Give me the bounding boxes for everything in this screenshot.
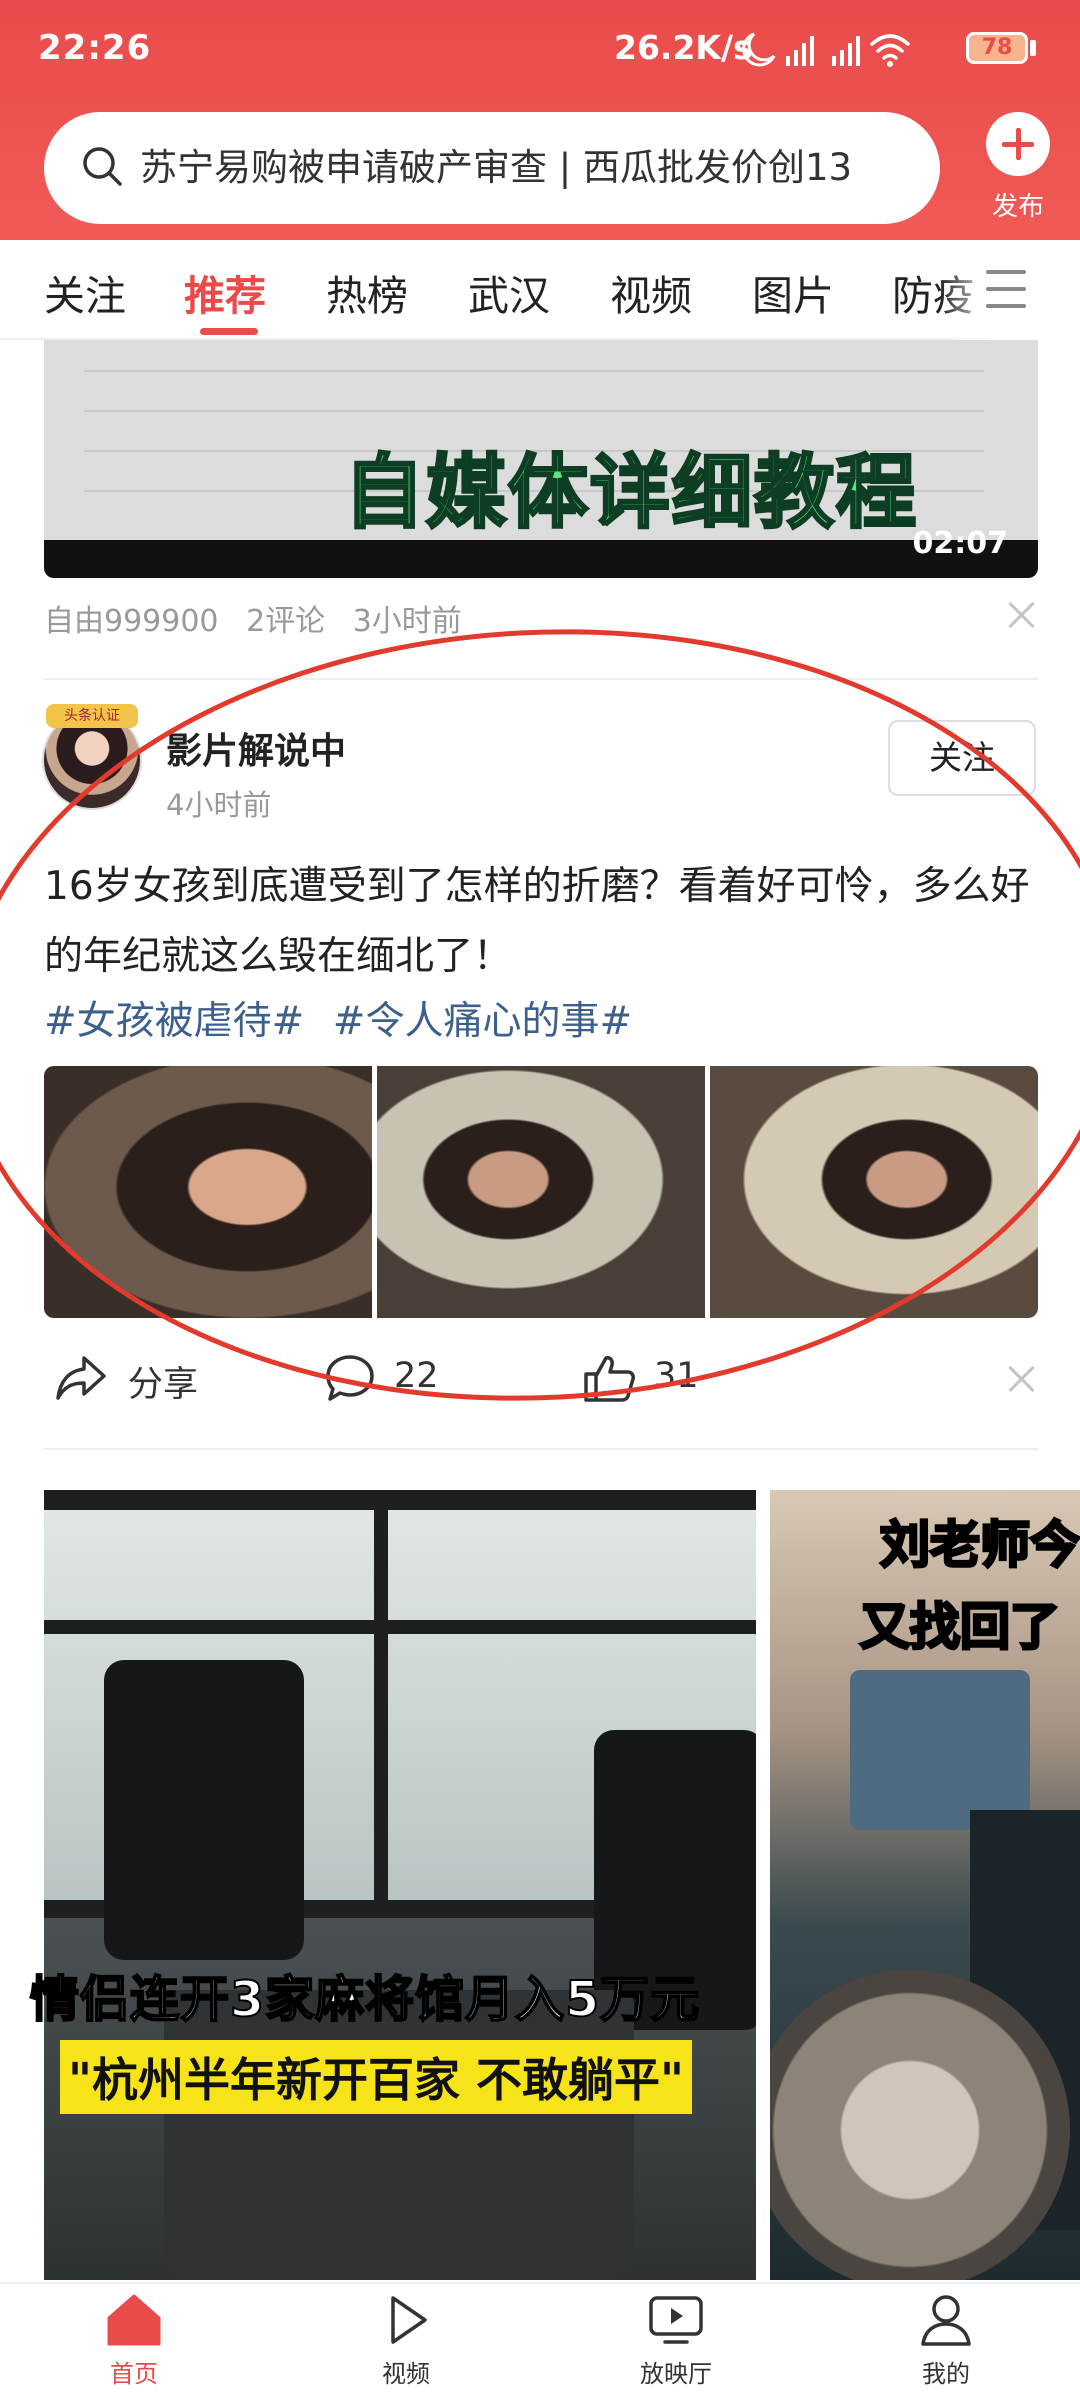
video-comments: 2评论 xyxy=(246,604,326,639)
comment-count: 22 xyxy=(394,1356,439,1396)
feed-card-caption: 情侣连开3家麻将馆月入5万元 xyxy=(29,1970,701,2029)
feed-card-subcaption: "杭州半年新开百家 不敢躺平" xyxy=(60,2040,692,2114)
active-tab-indicator xyxy=(200,328,258,335)
video-overlay-title: 自媒体详细教程 xyxy=(343,445,918,541)
search-query[interactable]: 苏宁易购被申请破产审查 | 西瓜批发价创13 xyxy=(140,142,916,194)
nav-theater[interactable]: 放映厅 xyxy=(606,2292,746,2389)
post-author[interactable]: 影片解说中 xyxy=(166,722,346,774)
signal-icon-2 xyxy=(832,36,860,66)
divider xyxy=(44,1448,1038,1450)
post-actions: 分享 22 31 xyxy=(44,1340,1038,1420)
thumbs-up-icon xyxy=(584,1356,635,1402)
video-duration: 02:07 xyxy=(912,526,1009,561)
screen-icon xyxy=(649,2296,703,2344)
network-speed: 26.2K/s xyxy=(614,28,753,67)
app-header: 22:26 26.2K/s 78 苏宁易购被申请破产审查 | 西瓜批发价创13 … xyxy=(0,0,1080,240)
post-image[interactable] xyxy=(710,1066,1038,1318)
search-icon xyxy=(83,147,122,186)
status-bar: 22:26 26.2K/s 78 xyxy=(0,0,1080,100)
video-thumbnail[interactable]: 自媒体详细教程 02:07 xyxy=(44,340,1038,578)
feed-card[interactable] xyxy=(44,1490,756,2280)
post-image[interactable] xyxy=(377,1066,705,1318)
moon-icon xyxy=(742,32,776,67)
bottom-nav: 首页 视频 放映厅 我的 xyxy=(0,2282,1080,2400)
dismiss-icon[interactable] xyxy=(1006,600,1036,630)
battery-tip xyxy=(1030,40,1036,56)
divider xyxy=(44,678,1038,680)
video-author[interactable]: 自由999900 xyxy=(44,604,219,639)
post-text[interactable]: 16岁女孩到底遭受到了怎样的折磨？看着好可怜，多么好的年纪就这么毁在缅北了！ xyxy=(44,852,1044,992)
dismiss-icon[interactable] xyxy=(1006,1364,1036,1394)
nav-theater-label: 放映厅 xyxy=(640,2360,712,2388)
share-label: 分享 xyxy=(128,1365,199,1405)
post-tags: #女孩被虐待# #令人痛心的事# xyxy=(44,990,648,1046)
signal-icon xyxy=(786,36,814,66)
like-count: 31 xyxy=(654,1356,699,1396)
publish-label: 发布 xyxy=(991,192,1044,222)
hashtag-link[interactable]: #令人痛心的事# xyxy=(333,999,632,1044)
feed-card-caption: 刘老师今 又找回了 xyxy=(859,1515,1080,1658)
share-icon xyxy=(56,1356,106,1400)
tab-images[interactable]: 图片 xyxy=(752,262,834,322)
nav-me-label: 我的 xyxy=(922,2360,970,2388)
card-table xyxy=(164,1990,634,2280)
nav-me[interactable]: 我的 xyxy=(876,2292,1016,2389)
home-icon xyxy=(107,2294,161,2346)
battery-indicator: 78 xyxy=(966,32,1028,64)
feed-card[interactable]: 刘老师今 又找回了 xyxy=(770,1490,1080,2280)
status-time: 22:26 xyxy=(38,28,152,68)
play-icon xyxy=(391,2296,427,2344)
video-bottom-bar xyxy=(44,540,1038,578)
tab-wuhan[interactable]: 武汉 xyxy=(468,262,550,322)
tab-follow[interactable]: 关注 xyxy=(44,262,126,322)
publish-button[interactable]: 发布 xyxy=(968,112,1068,232)
tab-hot[interactable]: 热榜 xyxy=(326,262,408,322)
video-meta: 自由999900 2评论 3小时前 xyxy=(44,596,462,640)
video-time: 3小时前 xyxy=(352,604,462,639)
search-bar[interactable]: 苏宁易购被申请破产审查 | 西瓜批发价创13 xyxy=(44,112,940,224)
user-icon xyxy=(921,2295,971,2346)
tab-recommend[interactable]: 推荐 xyxy=(184,262,266,322)
nav-video-label: 视频 xyxy=(382,2360,430,2388)
wifi-icon xyxy=(870,34,910,60)
nav-home[interactable]: 首页 xyxy=(64,2292,204,2389)
channel-tabs: 关注 推荐 热榜 武汉 视频 图片 防疫 xyxy=(0,240,1080,340)
post-images xyxy=(44,1066,1038,1318)
tab-video[interactable]: 视频 xyxy=(610,262,692,322)
post-time: 4小时前 xyxy=(166,788,272,822)
follow-button[interactable]: 关注 xyxy=(888,720,1036,796)
nav-video[interactable]: 视频 xyxy=(336,2292,476,2389)
nav-home-label: 首页 xyxy=(110,2360,158,2388)
plus-icon xyxy=(986,112,1050,176)
hashtag-link[interactable]: #女孩被虐待# xyxy=(44,999,304,1044)
comment-icon xyxy=(326,1355,374,1401)
menu-icon[interactable] xyxy=(986,270,1026,310)
post-image[interactable] xyxy=(44,1066,372,1318)
avatar-badge: 头条认证 xyxy=(46,704,138,728)
